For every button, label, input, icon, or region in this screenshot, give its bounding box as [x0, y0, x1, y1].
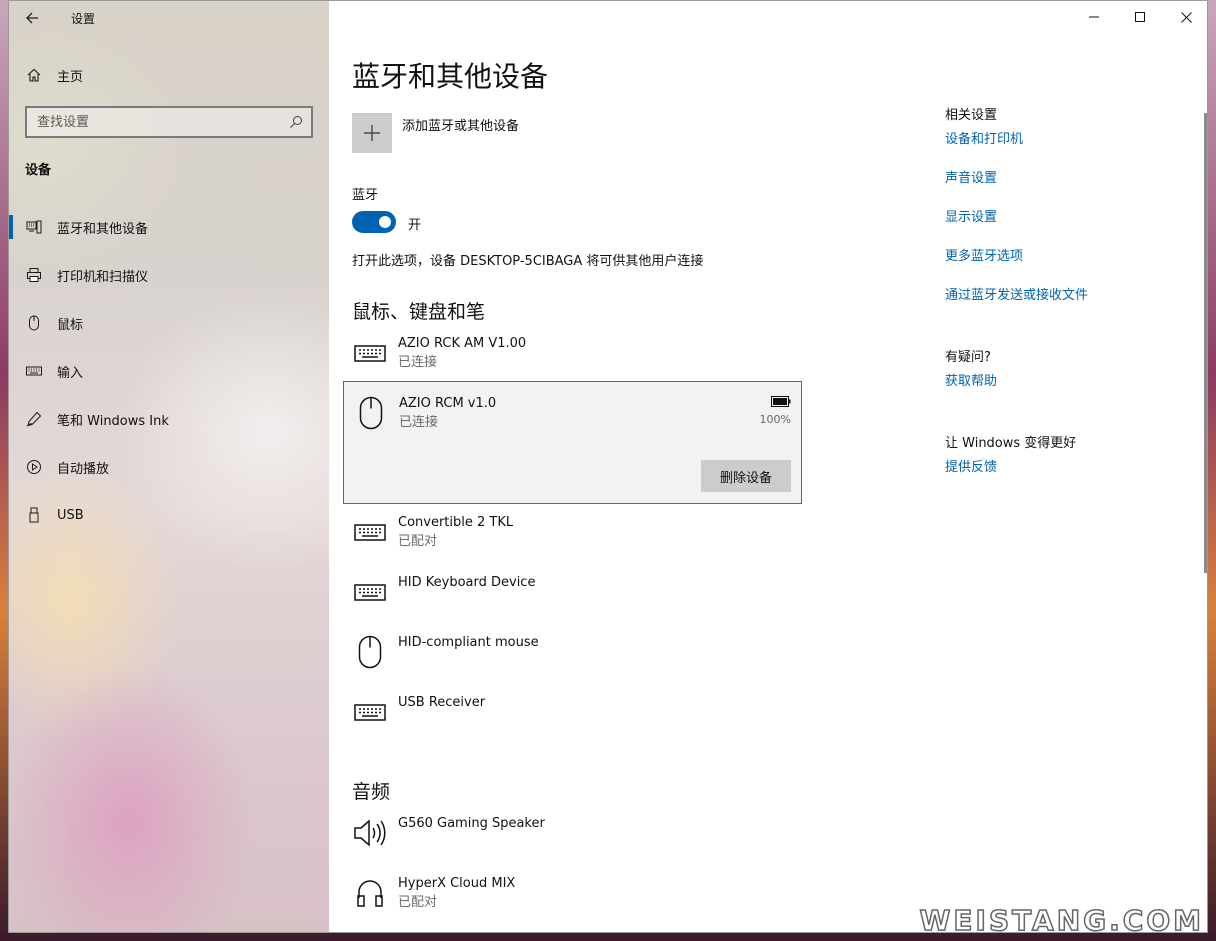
keyboard-icon: [352, 335, 388, 371]
link-bluetooth-file-transfer[interactable]: 通过蓝牙发送或接收文件: [945, 287, 1195, 326]
device-name: HyperX Cloud MIX: [398, 876, 516, 891]
battery-indicator: 100%: [760, 396, 791, 426]
bluetooth-state: 开: [408, 218, 422, 233]
minimize-button[interactable]: [1071, 1, 1117, 33]
sidebar-item-autoplay[interactable]: 自动播放: [9, 443, 329, 491]
close-icon: [1180, 11, 1192, 23]
device-name: HID Keyboard Device: [398, 575, 536, 590]
add-device-label: 添加蓝牙或其他设备: [402, 119, 520, 134]
mouse-icon: [25, 314, 43, 332]
window-controls: [1071, 1, 1207, 33]
feedback-heading: 让 Windows 变得更好: [945, 436, 1077, 451]
input-devices-heading: 鼠标、键盘和笔: [352, 301, 486, 323]
mouse-icon: [352, 634, 388, 670]
related-settings: 相关设置 设备和打印机 声音设置 显示设置 更多蓝牙选项 通过蓝牙发送或接收文件…: [945, 104, 1195, 498]
device-name: AZIO RCK AM V1.00: [398, 336, 527, 351]
minimize-icon: [1089, 16, 1099, 18]
sidebar-nav: 蓝牙和其他设备 打印机和扫描仪 鼠标 输入 笔和 Windows Ink 自动播…: [9, 203, 329, 539]
sidebar-item-usb[interactable]: USB: [9, 491, 329, 539]
link-give-feedback[interactable]: 提供反馈: [945, 459, 1195, 498]
device-name: HID-compliant mouse: [398, 635, 539, 650]
pen-icon: [25, 410, 43, 428]
search-input[interactable]: [37, 114, 267, 130]
device-item[interactable]: AZIO RCK AM V1.00 已连接: [352, 335, 802, 385]
app-title: 设置: [71, 11, 96, 26]
device-status: 已配对: [398, 534, 438, 549]
device-item[interactable]: AZIO RCM v1.0 已连接: [353, 395, 803, 445]
device-name: USB Receiver: [398, 695, 486, 710]
device-item[interactable]: HID-compliant mouse: [352, 634, 802, 684]
device-item[interactable]: Convertible 2 TKL 已配对: [352, 514, 802, 564]
sidebar: 设置 主页 设备 蓝牙和其他设备 打印机和扫描仪: [9, 1, 329, 932]
title-bar: 设置: [9, 1, 329, 35]
sidebar-item-typing[interactable]: 输入: [9, 347, 329, 395]
device-name: G560 Gaming Speaker: [398, 816, 545, 831]
sidebar-section-title: 设备: [25, 163, 52, 178]
help-heading: 有疑问?: [945, 350, 991, 365]
keyboard-icon: [25, 362, 43, 380]
link-more-bluetooth-options[interactable]: 更多蓝牙选项: [945, 248, 1195, 287]
device-status: 已连接: [398, 355, 438, 370]
autoplay-icon: [25, 458, 43, 476]
sidebar-item-label: 打印机和扫描仪: [57, 269, 149, 285]
keyboard-icon: [352, 514, 388, 550]
usb-icon: [25, 506, 43, 524]
related-heading: 相关设置: [945, 108, 998, 123]
watermark-text: WEISTANG.COM: [919, 903, 1204, 938]
sidebar-item-label: USB: [57, 507, 84, 523]
search-icon: [290, 116, 302, 128]
device-name: Convertible 2 TKL: [398, 515, 514, 530]
device-name: AZIO RCM v1.0: [399, 396, 497, 411]
battery-percent: 100%: [759, 413, 791, 426]
speaker-icon: [352, 815, 388, 851]
settings-window: 设置 主页 设备 蓝牙和其他设备 打印机和扫描仪: [8, 0, 1208, 933]
sidebar-item-printers[interactable]: 打印机和扫描仪: [9, 251, 329, 299]
sidebar-item-label: 主页: [57, 69, 84, 85]
sidebar-item-label: 笔和 Windows Ink: [57, 413, 169, 429]
bluetooth-toggle[interactable]: [352, 211, 396, 233]
discoverable-text: 打开此选项，设备 DESKTOP-5CIBAGA 将可供其他用户连接: [352, 254, 704, 269]
sidebar-item-label: 蓝牙和其他设备: [57, 221, 149, 237]
back-arrow-icon: [26, 12, 38, 24]
device-status: 已连接: [399, 415, 439, 430]
add-device-button[interactable]: 添加蓝牙或其他设备: [352, 113, 519, 153]
sidebar-item-pen[interactable]: 笔和 Windows Ink: [9, 395, 329, 443]
add-icon: [352, 113, 392, 153]
home-icon: [25, 66, 43, 84]
remove-device-button[interactable]: 删除设备: [701, 460, 791, 492]
keyboard-icon: [352, 574, 388, 610]
printer-icon: [25, 266, 43, 284]
selected-device-panel[interactable]: AZIO RCM v1.0 已连接 100% 删除设备: [343, 381, 802, 504]
device-item[interactable]: HID Keyboard Device: [352, 574, 802, 624]
main-content: 蓝牙和其他设备 添加蓝牙或其他设备 蓝牙 开 打开此选项，设备 DESKTOP-…: [329, 1, 1207, 932]
device-status: 已配对: [398, 895, 438, 910]
device-item[interactable]: USB Receiver: [352, 694, 802, 744]
headphones-icon: [352, 875, 388, 911]
link-devices-printers[interactable]: 设备和打印机: [945, 131, 1195, 170]
device-item[interactable]: G560 Gaming Speaker: [352, 815, 802, 865]
device-item[interactable]: HyperX Cloud MIX 已配对: [352, 875, 802, 925]
bluetooth-devices-icon: [25, 218, 43, 236]
search-box[interactable]: [25, 106, 313, 138]
link-sound-settings[interactable]: 声音设置: [945, 170, 1195, 209]
sidebar-item-label: 输入: [57, 365, 84, 381]
mouse-icon: [353, 395, 389, 431]
scrollbar[interactable]: [1204, 113, 1207, 573]
maximize-button[interactable]: [1117, 1, 1163, 33]
sidebar-item-label: 自动播放: [57, 461, 110, 477]
sidebar-item-home[interactable]: 主页: [9, 57, 329, 93]
audio-devices-heading: 音频: [352, 781, 391, 803]
link-display-settings[interactable]: 显示设置: [945, 209, 1195, 248]
sidebar-item-mouse[interactable]: 鼠标: [9, 299, 329, 347]
battery-icon: [771, 396, 791, 407]
maximize-icon: [1135, 12, 1145, 22]
bluetooth-label: 蓝牙: [352, 188, 379, 203]
close-button[interactable]: [1163, 1, 1207, 33]
link-get-help[interactable]: 获取帮助: [945, 373, 1195, 412]
sidebar-item-bluetooth[interactable]: 蓝牙和其他设备: [9, 203, 329, 251]
page-title: 蓝牙和其他设备: [352, 60, 549, 93]
sidebar-item-label: 鼠标: [57, 317, 84, 333]
keyboard-icon: [352, 694, 388, 730]
back-button[interactable]: [9, 1, 55, 35]
